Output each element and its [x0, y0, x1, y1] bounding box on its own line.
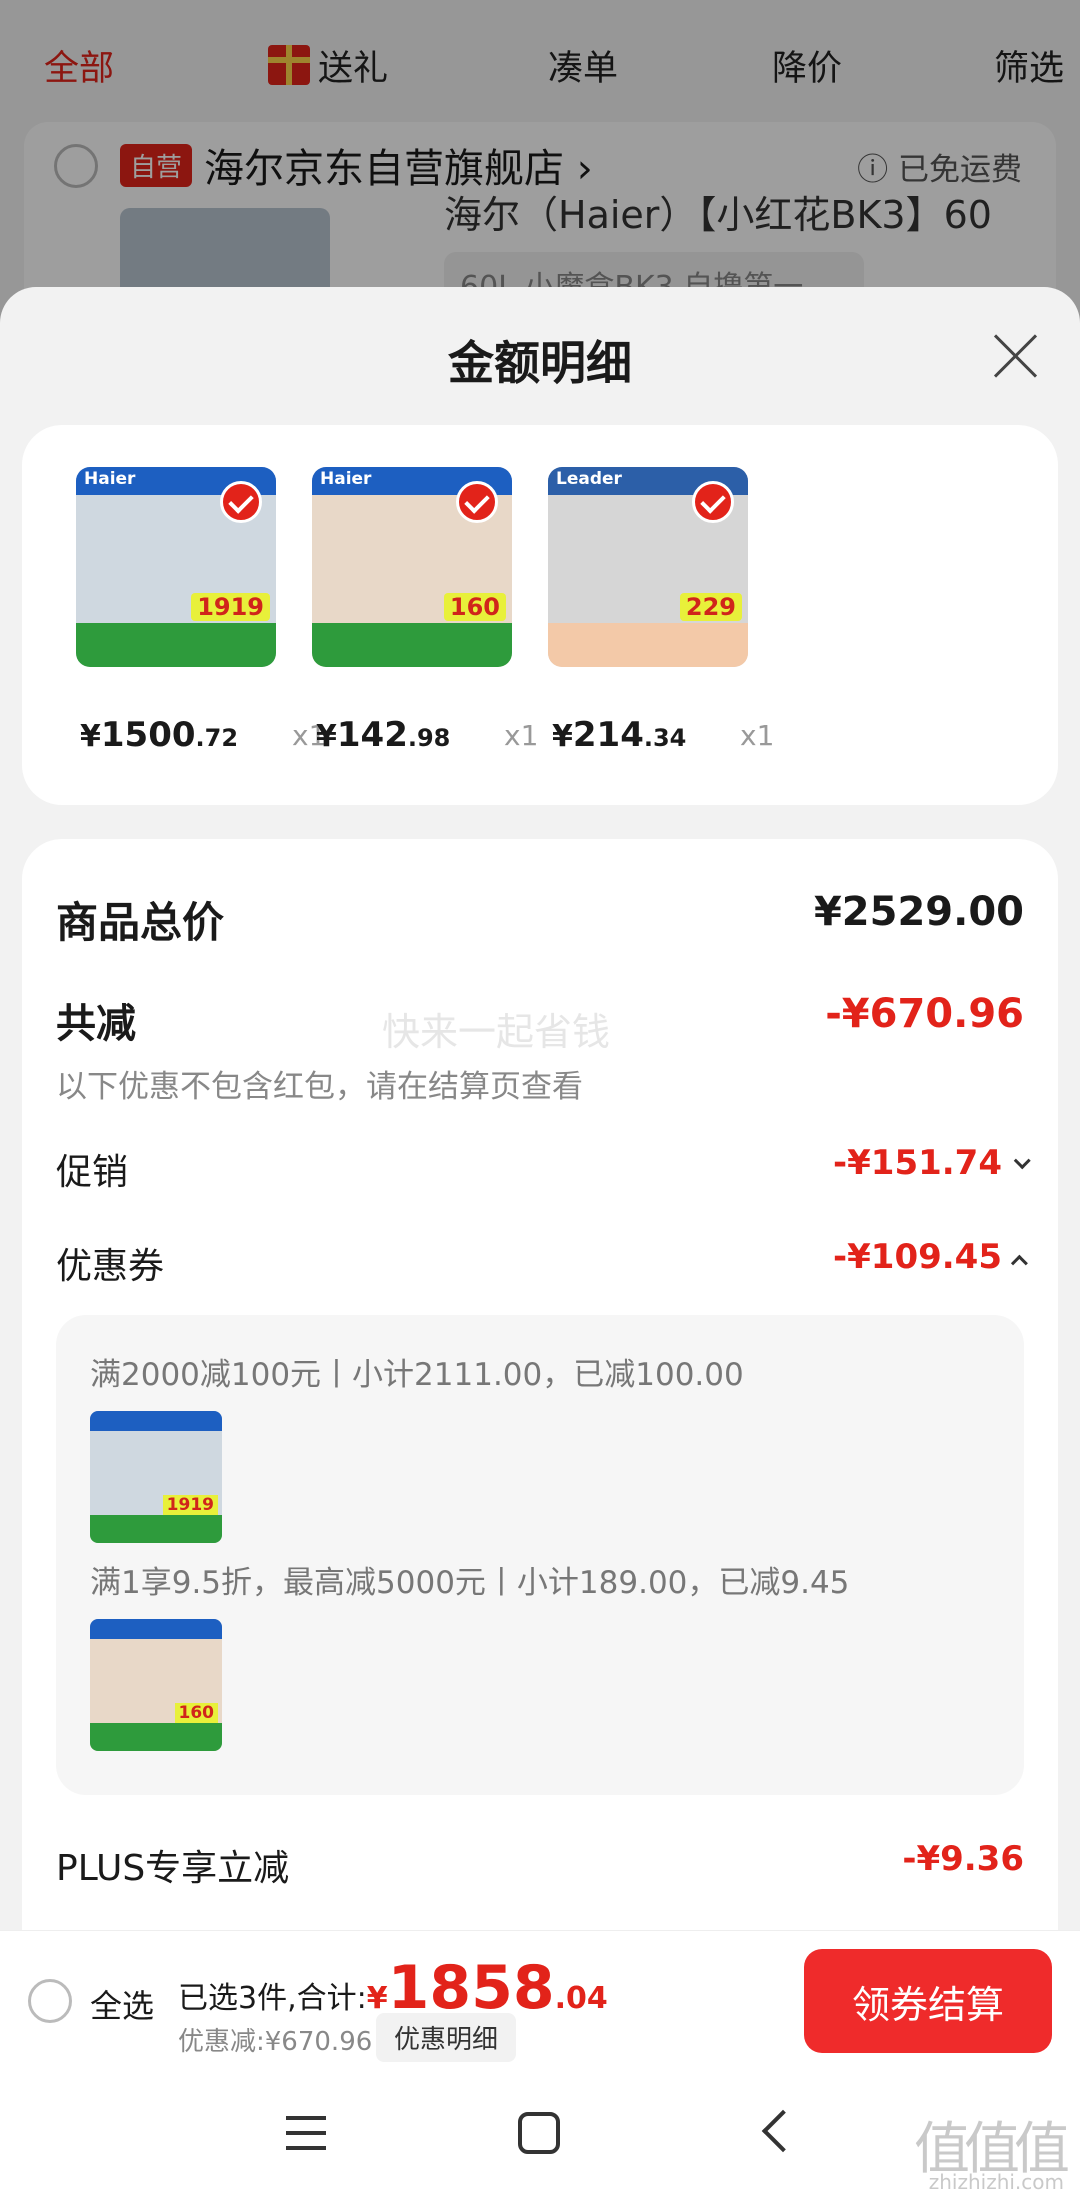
sheet-title: 金额明细: [448, 336, 632, 390]
checked-icon: [456, 481, 498, 523]
cart-tabs: 全部 送礼 凑单 降价 筛选: [0, 30, 1080, 100]
watermark: 快来一起省钱: [382, 1010, 611, 1054]
price-integer: 1500: [100, 715, 196, 755]
select-all-radio[interactable]: [28, 1979, 72, 2023]
close-icon[interactable]: [990, 331, 1040, 381]
product-image-price: 1919: [191, 593, 270, 621]
product-price: ¥214.34: [552, 715, 686, 755]
total-decimal: .04: [554, 1981, 608, 2016]
price-decimal: .72: [195, 724, 239, 752]
shipping-status: ⓘ 已免运费: [857, 152, 1022, 188]
coupon-product-thumb: 1919: [90, 1411, 222, 1543]
select-all-label[interactable]: 全选: [90, 1981, 154, 2027]
product-image-footer: [548, 623, 748, 667]
currency-symbol: ¥: [366, 1981, 388, 2016]
saving-text: 优惠减:¥670.96: [178, 2027, 373, 2057]
coupon-row-toggle[interactable]: -¥109.45: [833, 1237, 1028, 1277]
checked-icon: [220, 481, 262, 523]
coupon-value: -¥109.45: [833, 1237, 1002, 1277]
product-image-footer: [312, 623, 512, 667]
tab-filter-label: 筛选: [994, 48, 1065, 89]
product-price: ¥1500.72: [80, 715, 238, 755]
shop-select-radio[interactable]: [54, 144, 98, 188]
product-image-logo: Leader: [556, 469, 622, 489]
total-value: ¥2529.00: [813, 889, 1024, 935]
product-image-logo: Haier: [84, 469, 136, 489]
coupon-thumb-footer: [90, 1723, 222, 1751]
discount-label: 共减: [56, 1001, 136, 1047]
price-decimal: .34: [643, 724, 687, 752]
tab-bundle-label: 凑单: [548, 48, 619, 89]
coupon-label: 优惠券: [56, 1246, 165, 1287]
coupon-thumb-price: 1919: [162, 1495, 218, 1515]
amount-detail-sheet: 金额明细 Haier 1919 ¥1500.72 x1 Haier 160 ¥1…: [0, 287, 1080, 2200]
discount-value: -¥670.96: [825, 991, 1024, 1037]
product-image: Leader 229: [548, 467, 748, 667]
coupon-rule: 满1享9.5折，最高减5000元丨小计189.00，已减9.45: [90, 1565, 850, 1601]
tab-gift[interactable]: 送礼: [268, 40, 388, 91]
promo-row-toggle[interactable]: -¥151.74: [833, 1143, 1031, 1183]
total-label: 商品总价: [56, 898, 225, 947]
cart-background: 全部 送礼 凑单 降价 筛选 自营 海尔京东自营旗舰店 › ⓘ 已免运费 海尔（…: [0, 0, 1080, 342]
coupon-thumb-price: 160: [174, 1703, 218, 1723]
tab-price-drop-label: 降价: [772, 48, 843, 89]
back-icon[interactable]: [761, 2109, 805, 2153]
home-icon[interactable]: [518, 2112, 560, 2154]
product-qty: x1: [740, 719, 775, 752]
coupon-thumb-header: [90, 1411, 222, 1431]
tab-gift-label: 送礼: [318, 48, 389, 89]
checkout-bar: 全选 已选3件,合计:¥1858.04 优惠减:¥670.96 优惠明细 领券结…: [0, 1930, 1080, 2070]
menu-icon[interactable]: [286, 2116, 326, 2152]
tab-all[interactable]: 全部: [44, 40, 114, 91]
checked-icon: [692, 481, 734, 523]
product-image-logo: Haier: [320, 469, 372, 489]
plus-label: PLUS专享立减: [56, 1848, 290, 1889]
currency-symbol: ¥: [316, 719, 337, 754]
products-card: Haier 1919 ¥1500.72 x1 Haier 160 ¥142.98…: [22, 425, 1058, 805]
tab-all-label: 全部: [44, 48, 115, 89]
coupon-rule: 满2000减100元丨小计2111.00，已减100.00: [90, 1357, 744, 1393]
product-item[interactable]: Haier 1919 ¥1500.72 x1: [46, 467, 326, 755]
product-item[interactable]: Leader 229 ¥214.34 x1: [518, 467, 774, 755]
checkout-button[interactable]: 领券结算: [804, 1949, 1052, 2053]
product-image-footer: [76, 623, 276, 667]
currency-symbol: ¥: [80, 719, 101, 754]
chevron-down-icon: [1013, 1151, 1031, 1169]
gift-icon: [268, 45, 310, 85]
system-nav-bar: 值值值 zhizhizhi.com: [0, 2070, 1080, 2200]
product-item[interactable]: Haier 160 ¥142.98 x1: [282, 467, 538, 755]
price-decimal: .98: [407, 724, 451, 752]
coupon-thumb-footer: [90, 1515, 222, 1543]
product-image-price: 160: [443, 593, 506, 621]
price-integer: 214: [572, 715, 644, 755]
tab-bundle[interactable]: 凑单: [548, 40, 618, 91]
discount-detail-button[interactable]: 优惠明细: [376, 2013, 517, 2062]
coupon-product-thumb: 160: [90, 1619, 222, 1751]
coupon-detail-panel: 满2000减100元丨小计2111.00，已减100.00 1919 满1享9.…: [56, 1315, 1024, 1795]
product-image: Haier 1919: [76, 467, 276, 667]
chevron-up-icon: [1010, 1254, 1028, 1272]
product-image-price: 229: [679, 593, 742, 621]
coupon-thumb-header: [90, 1619, 222, 1639]
promo-label: 促销: [56, 1152, 129, 1193]
promo-value: -¥151.74: [833, 1143, 1002, 1183]
discount-note: 以下优惠不包含红包，请在结算页查看: [56, 1069, 583, 1105]
product-image: Haier 160: [312, 467, 512, 667]
plus-value: -¥9.36: [902, 1839, 1024, 1879]
self-operated-badge: 自营: [120, 144, 193, 187]
currency-symbol: ¥: [552, 719, 573, 754]
product-title[interactable]: 海尔（Haier）【小红花BK3】60: [444, 184, 992, 239]
product-qty: x1: [504, 719, 539, 752]
product-price: ¥142.98: [316, 715, 450, 755]
site-url: zhizhizhi.com: [928, 2170, 1064, 2194]
price-integer: 142: [336, 715, 408, 755]
summary-prefix: 已选3件,合计:: [178, 1981, 367, 2016]
tab-filter[interactable]: 筛选: [994, 40, 1064, 91]
tab-price-drop[interactable]: 降价: [772, 40, 842, 91]
